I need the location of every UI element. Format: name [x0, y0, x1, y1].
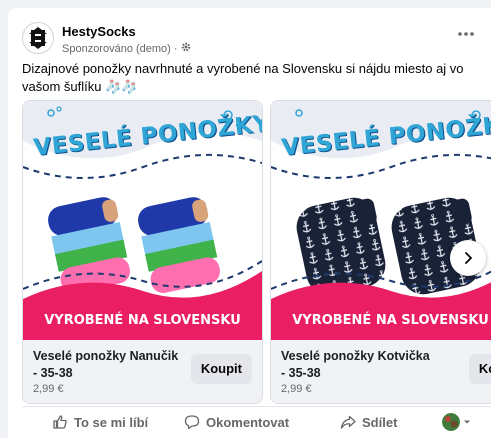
post-caption: Dizajnové ponožky navrhnuté a vyrobené n… [22, 61, 464, 94]
product-image[interactable]: VESELÉ PONOŽKY VYROBENÉ NA SLOVENSKU [23, 101, 262, 340]
product-image[interactable]: VESELÉ PONOŽKY VYROBENÉ NA SLOVENSKU [271, 101, 491, 340]
sponsored-post: HestySocks Sponzorováno (demo) · Dizajno… [8, 8, 491, 438]
card-info[interactable]: Veselé ponožky Kotvička - 35-38 2,99 € K… [271, 340, 491, 403]
share-icon [340, 415, 356, 429]
profile-avatar [442, 413, 460, 431]
page-name-link[interactable]: HestySocks [62, 24, 136, 39]
like-icon [53, 415, 67, 429]
like-label: To se mi líbí [74, 414, 149, 430]
card-info[interactable]: Veselé ponožky Nanučik - 35-38 2,99 € Ko… [23, 340, 262, 403]
comment-button[interactable]: Okomentovat [184, 410, 289, 434]
product-price: 2,99 € [33, 383, 64, 395]
product-title[interactable]: Veselé ponožky Kotvička - 35-38 [281, 348, 431, 382]
carousel-next-button[interactable] [450, 240, 486, 276]
comment-icon [184, 415, 200, 430]
chevron-down-icon [464, 420, 470, 424]
page-avatar[interactable] [22, 22, 54, 54]
more-options-button[interactable] [455, 26, 477, 42]
hestysocks-logo [24, 24, 52, 52]
post-header: HestySocks Sponzorováno (demo) · [22, 22, 477, 62]
separator-dot: · [173, 42, 178, 55]
comment-label: Okomentovat [206, 414, 290, 430]
sponsored-label[interactable]: Sponzorováno (demo) [62, 43, 171, 55]
reaction-profile-selector[interactable] [442, 413, 471, 431]
banner-footer: VYROBENÉ NA SLOVENSKU [44, 313, 241, 328]
product-price: 2,99 € [281, 383, 312, 395]
buy-button[interactable]: Koupit [468, 354, 491, 384]
like-button[interactable]: To se mi líbí [52, 410, 148, 434]
buy-button[interactable]: Koupit [190, 354, 252, 384]
gear-icon [181, 42, 191, 55]
product-carousel: VESELÉ PONOŽKY VYROBENÉ NA SLOVENSKU Ves… [22, 100, 491, 404]
sponsored-row: Sponzorováno (demo) · [62, 42, 191, 55]
share-button[interactable]: Sdílet [340, 410, 397, 434]
banner-footer: VYROBENÉ NA SLOVENSKU [292, 313, 489, 328]
next-arrow-icon [465, 252, 472, 264]
more-options-icon [458, 32, 474, 36]
post-actions: To se mi líbí Okomentovat Sdílet [22, 407, 491, 438]
share-label: Sdílet [362, 414, 398, 430]
product-title[interactable]: Veselé ponožky Nanučik - 35-38 [33, 348, 183, 382]
carousel-card[interactable]: VESELÉ PONOŽKY VYROBENÉ NA SLOVENSKU Ves… [22, 100, 263, 404]
